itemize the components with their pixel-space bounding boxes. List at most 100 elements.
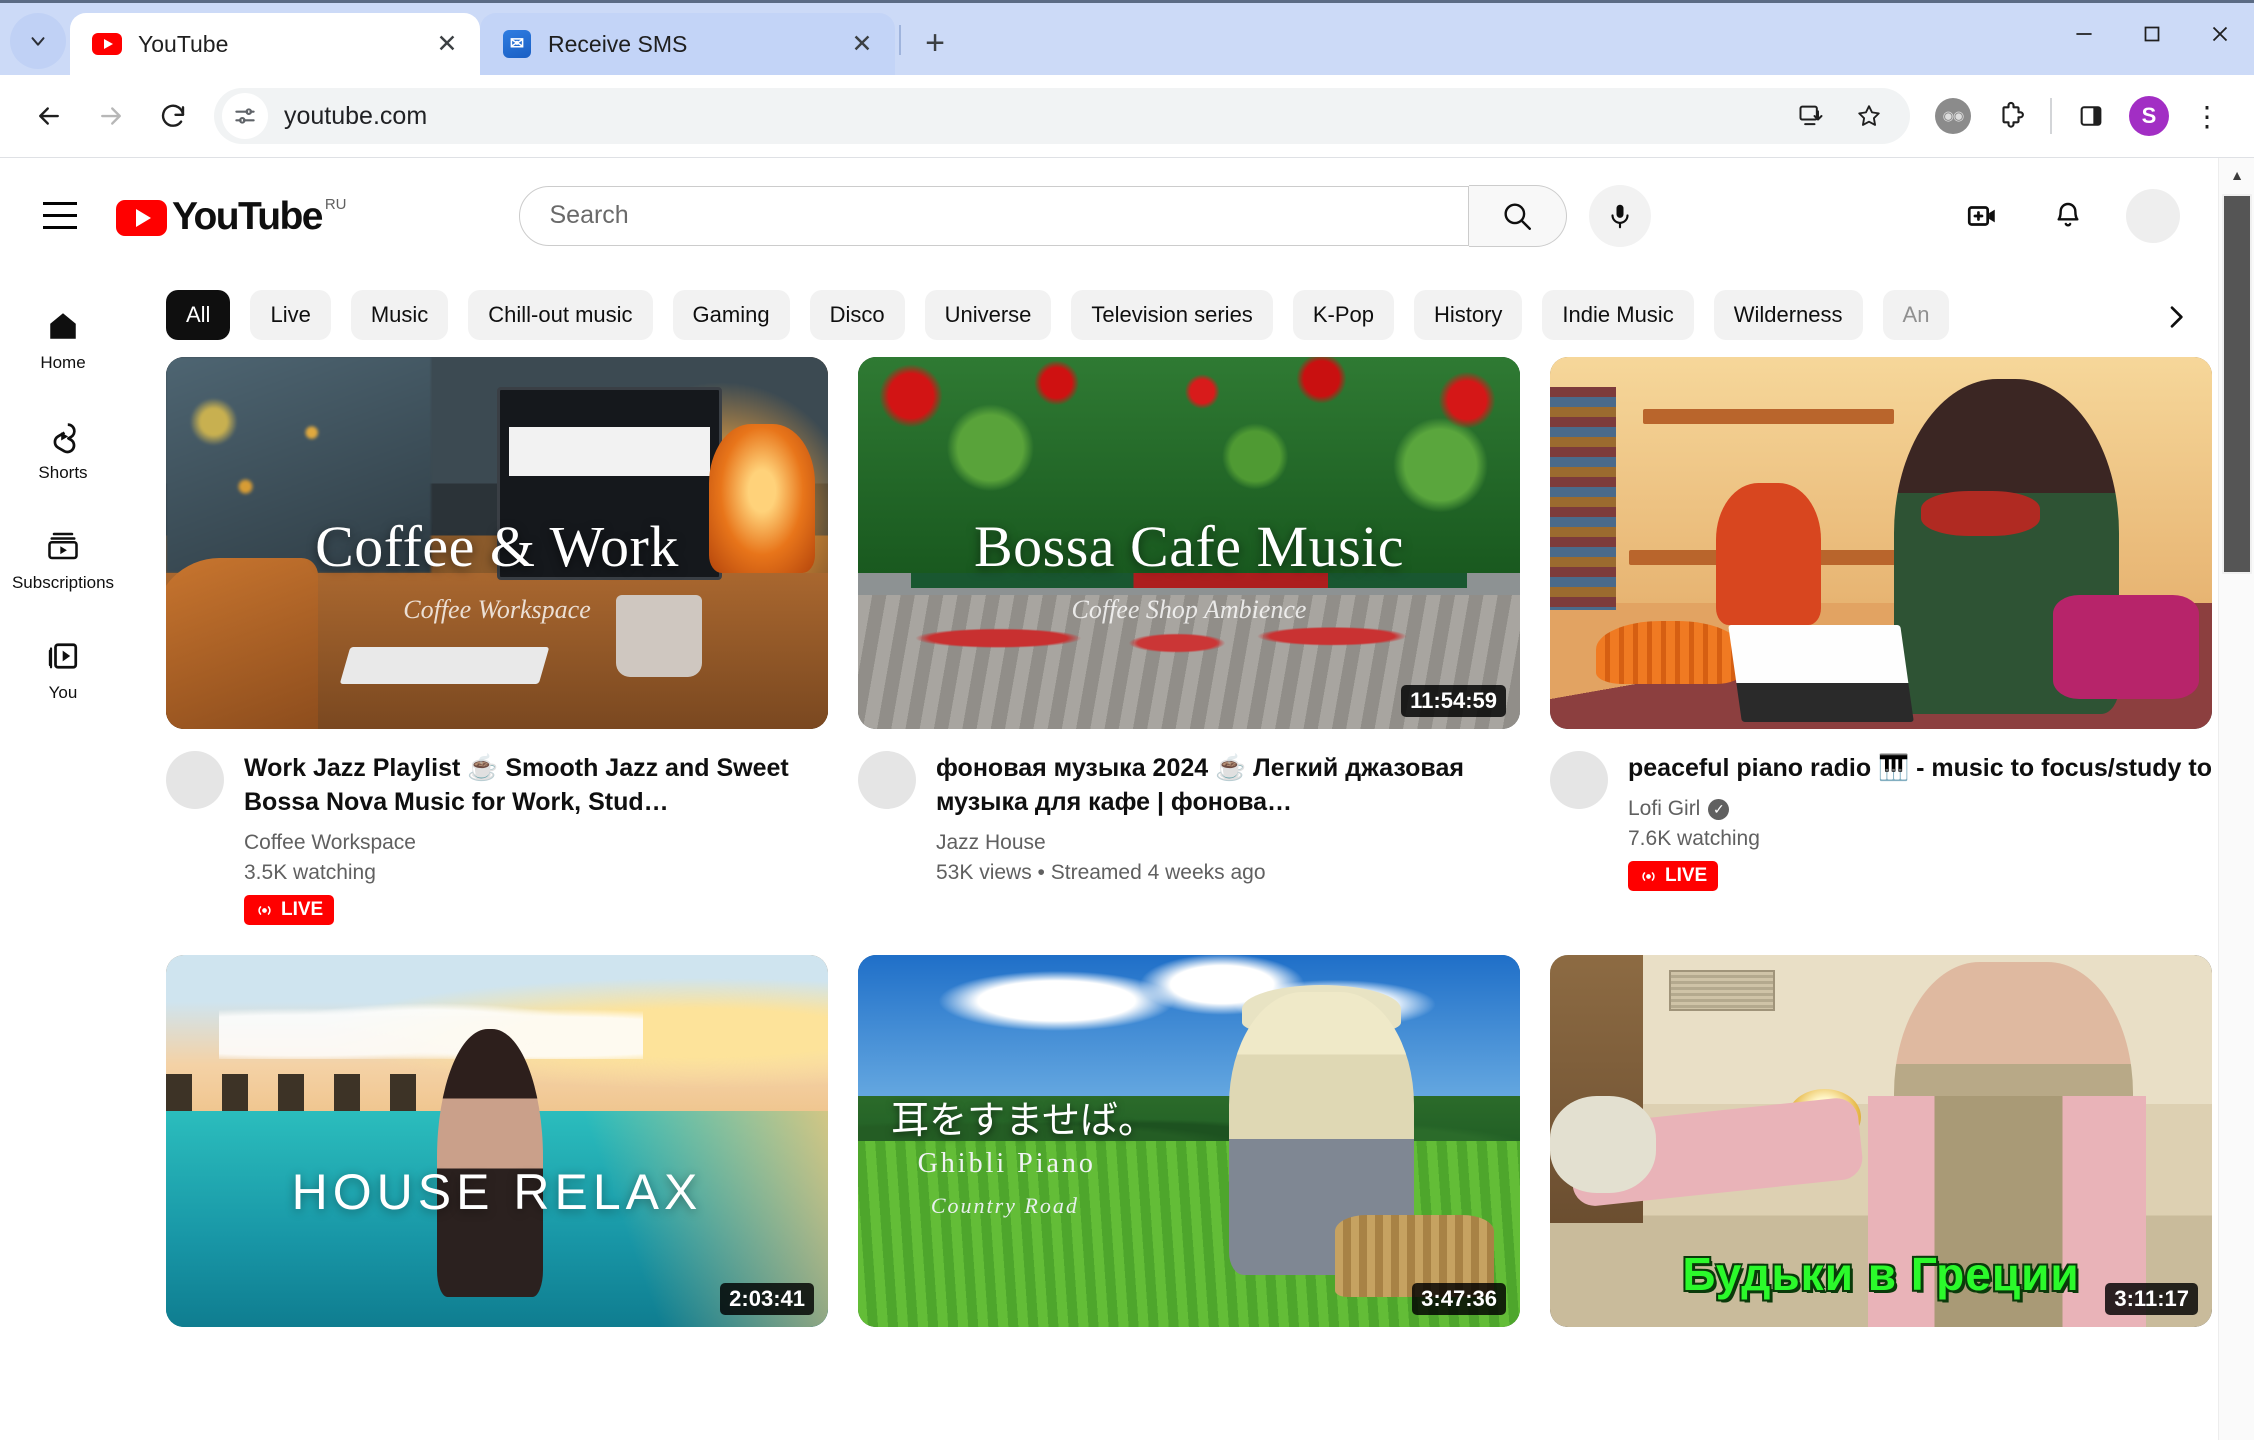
video-thumbnail[interactable]: 耳をすませば。 Ghibli Piano Country Road 3:47:3… bbox=[858, 955, 1520, 1327]
search-box[interactable] bbox=[518, 185, 1469, 246]
new-tab-button[interactable]: + bbox=[913, 21, 957, 65]
video-thumbnail[interactable]: Coffee & Work Coffee Workspace bbox=[166, 357, 828, 729]
video-meta: фоновая музыка 2024 ☕ Легкий джазовая му… bbox=[858, 751, 1520, 885]
chip-gaming[interactable]: Gaming bbox=[672, 290, 790, 340]
chip-animation-clipped[interactable]: An bbox=[1882, 290, 1950, 340]
notifications-bell-icon[interactable] bbox=[2040, 188, 2096, 244]
browser-window: YouTube ✕ ✉ Receive SMS ✕ + youtube.com … bbox=[0, 0, 2254, 1440]
tab-search-button[interactable] bbox=[10, 13, 66, 69]
channel-name[interactable]: Lofi Girl bbox=[1628, 797, 1700, 821]
chip-k-pop[interactable]: K-Pop bbox=[1292, 290, 1394, 340]
chip-indie-music[interactable]: Indie Music bbox=[1542, 290, 1694, 340]
chip-television-series[interactable]: Television series bbox=[1071, 290, 1273, 340]
filter-chip-bar[interactable]: All Live Music Chill-out music Gaming Di… bbox=[126, 273, 2254, 357]
chips-next-button[interactable] bbox=[2150, 291, 2202, 343]
reload-button[interactable] bbox=[142, 85, 204, 147]
tab-close-button[interactable]: ✕ bbox=[430, 27, 464, 61]
video-card[interactable]: Будьки в Греции 3:11:17 bbox=[1550, 955, 2212, 1327]
create-video-icon[interactable] bbox=[1954, 188, 2010, 244]
voice-search-button[interactable] bbox=[1588, 184, 1651, 247]
side-panel-icon[interactable] bbox=[2062, 87, 2120, 145]
extension-adblock-icon[interactable]: ◉◉ bbox=[1924, 87, 1982, 145]
bookmark-star-icon[interactable] bbox=[1840, 87, 1898, 145]
chip-all[interactable]: All bbox=[166, 290, 231, 340]
thumbnail-title-text: Coffee & Work bbox=[315, 514, 679, 580]
thumbnail-subtitle-text: Coffee Shop Ambience bbox=[1071, 595, 1307, 625]
channel-row: Coffee Workspace bbox=[244, 831, 828, 855]
chip-disco[interactable]: Disco bbox=[809, 290, 905, 340]
thumbnail-art bbox=[1550, 357, 2212, 729]
scroll-up-button[interactable]: ▲ bbox=[2219, 158, 2254, 192]
search-submit-button[interactable] bbox=[1468, 184, 1567, 247]
video-info: Work Jazz Playlist ☕ Smooth Jazz and Swe… bbox=[244, 751, 828, 925]
tab-close-button[interactable]: ✕ bbox=[845, 27, 879, 61]
account-avatar[interactable] bbox=[2126, 188, 2180, 243]
video-thumbnail[interactable] bbox=[1550, 357, 2212, 729]
chip-music[interactable]: Music bbox=[350, 290, 449, 340]
video-card[interactable]: 耳をすませば。 Ghibli Piano Country Road 3:47:3… bbox=[858, 955, 1520, 1327]
tab-title: YouTube bbox=[138, 30, 229, 57]
video-title[interactable]: фоновая музыка 2024 ☕ Легкий джазовая му… bbox=[936, 751, 1520, 819]
channel-avatar[interactable] bbox=[1550, 751, 1608, 809]
chip-wilderness[interactable]: Wilderness bbox=[1713, 290, 1863, 340]
live-broadcast-icon bbox=[258, 905, 271, 915]
search-input[interactable] bbox=[549, 201, 1468, 230]
chip-live[interactable]: Live bbox=[250, 290, 331, 340]
profile-avatar[interactable]: S bbox=[2120, 87, 2178, 145]
chip-chill-out-music[interactable]: Chill-out music bbox=[468, 290, 653, 340]
thumbnail-title-text: Будьки в Греции bbox=[1682, 1247, 2080, 1300]
thumbnail-title-text: Bossa Cafe Music bbox=[973, 514, 1405, 580]
video-duration: 2:03:41 bbox=[720, 1283, 814, 1315]
search-icon bbox=[1504, 202, 1531, 230]
install-app-icon[interactable] bbox=[1782, 87, 1840, 145]
extensions-puzzle-icon[interactable] bbox=[1982, 87, 2040, 145]
video-card[interactable]: peaceful piano radio 🎹 - music to focus/… bbox=[1550, 357, 2212, 925]
video-thumbnail[interactable]: HOUSE RELAX 2:03:41 bbox=[166, 955, 828, 1327]
sidebar-item-subscriptions[interactable]: Subscriptions bbox=[0, 505, 126, 615]
video-card[interactable]: HOUSE RELAX 2:03:41 bbox=[166, 955, 828, 1327]
chevron-down-icon bbox=[31, 37, 45, 46]
guide-menu-icon[interactable] bbox=[26, 182, 94, 250]
url-text: youtube.com bbox=[284, 101, 428, 130]
channel-name[interactable]: Coffee Workspace bbox=[244, 831, 416, 855]
thumbnail-subtitle2-text: Country Road bbox=[930, 1193, 1079, 1219]
sidebar-item-label: Subscriptions bbox=[11, 573, 115, 592]
video-title[interactable]: Work Jazz Playlist ☕ Smooth Jazz and Swe… bbox=[244, 751, 828, 819]
channel-row: Lofi Girl ✓ bbox=[1628, 797, 2212, 821]
page-scrollbar[interactable]: ▲ bbox=[2218, 158, 2254, 1440]
minimize-button[interactable] bbox=[2050, 3, 2118, 65]
tab-receive-sms[interactable]: ✉ Receive SMS ✕ bbox=[480, 13, 895, 75]
chrome-menu-button[interactable]: ⋮ bbox=[2178, 87, 2236, 145]
chip-universe[interactable]: Universe bbox=[924, 290, 1052, 340]
verified-badge-icon: ✓ bbox=[1708, 798, 1730, 820]
sidebar-item-you[interactable]: You bbox=[0, 615, 126, 725]
channel-name[interactable]: Jazz House bbox=[936, 831, 1046, 855]
site-settings-icon[interactable] bbox=[222, 93, 268, 139]
maximize-button[interactable] bbox=[2118, 3, 2186, 65]
video-thumbnail[interactable]: Будьки в Греции 3:11:17 bbox=[1550, 955, 2212, 1327]
channel-avatar[interactable] bbox=[166, 751, 224, 809]
tab-youtube[interactable]: YouTube ✕ bbox=[70, 13, 480, 75]
video-title[interactable]: peaceful piano radio 🎹 - music to focus/… bbox=[1628, 751, 2212, 785]
video-card[interactable]: Bossa Cafe Music Coffee Shop Ambience 11… bbox=[858, 357, 1520, 925]
video-row: Coffee & Work Coffee Workspace Work Jazz… bbox=[166, 357, 2212, 925]
live-broadcast-icon bbox=[1642, 871, 1655, 881]
close-window-button[interactable] bbox=[2186, 3, 2254, 65]
page-viewport: YouTube RU Search Home Shorts Subscripti… bbox=[0, 157, 2254, 1440]
subscriptions-icon bbox=[48, 532, 78, 560]
video-card[interactable]: Coffee & Work Coffee Workspace Work Jazz… bbox=[166, 357, 828, 925]
video-info: peaceful piano radio 🎹 - music to focus/… bbox=[1628, 751, 2212, 891]
sidebar-item-home[interactable]: Home bbox=[0, 285, 126, 395]
youtube-masthead: YouTube RU bbox=[0, 158, 2254, 273]
youtube-logo[interactable]: YouTube RU bbox=[116, 194, 347, 238]
back-button[interactable] bbox=[18, 85, 80, 147]
chip-history[interactable]: History bbox=[1413, 290, 1523, 340]
forward-button[interactable] bbox=[80, 85, 142, 147]
channel-avatar[interactable] bbox=[858, 751, 916, 809]
address-bar[interactable]: youtube.com bbox=[214, 88, 1910, 144]
youtube-favicon bbox=[92, 29, 122, 59]
scrollbar-thumb[interactable] bbox=[2222, 194, 2252, 574]
video-thumbnail[interactable]: Bossa Cafe Music Coffee Shop Ambience 11… bbox=[858, 357, 1520, 729]
sidebar-item-shorts[interactable]: Shorts bbox=[0, 395, 126, 505]
tab-title: Receive SMS bbox=[548, 30, 688, 57]
